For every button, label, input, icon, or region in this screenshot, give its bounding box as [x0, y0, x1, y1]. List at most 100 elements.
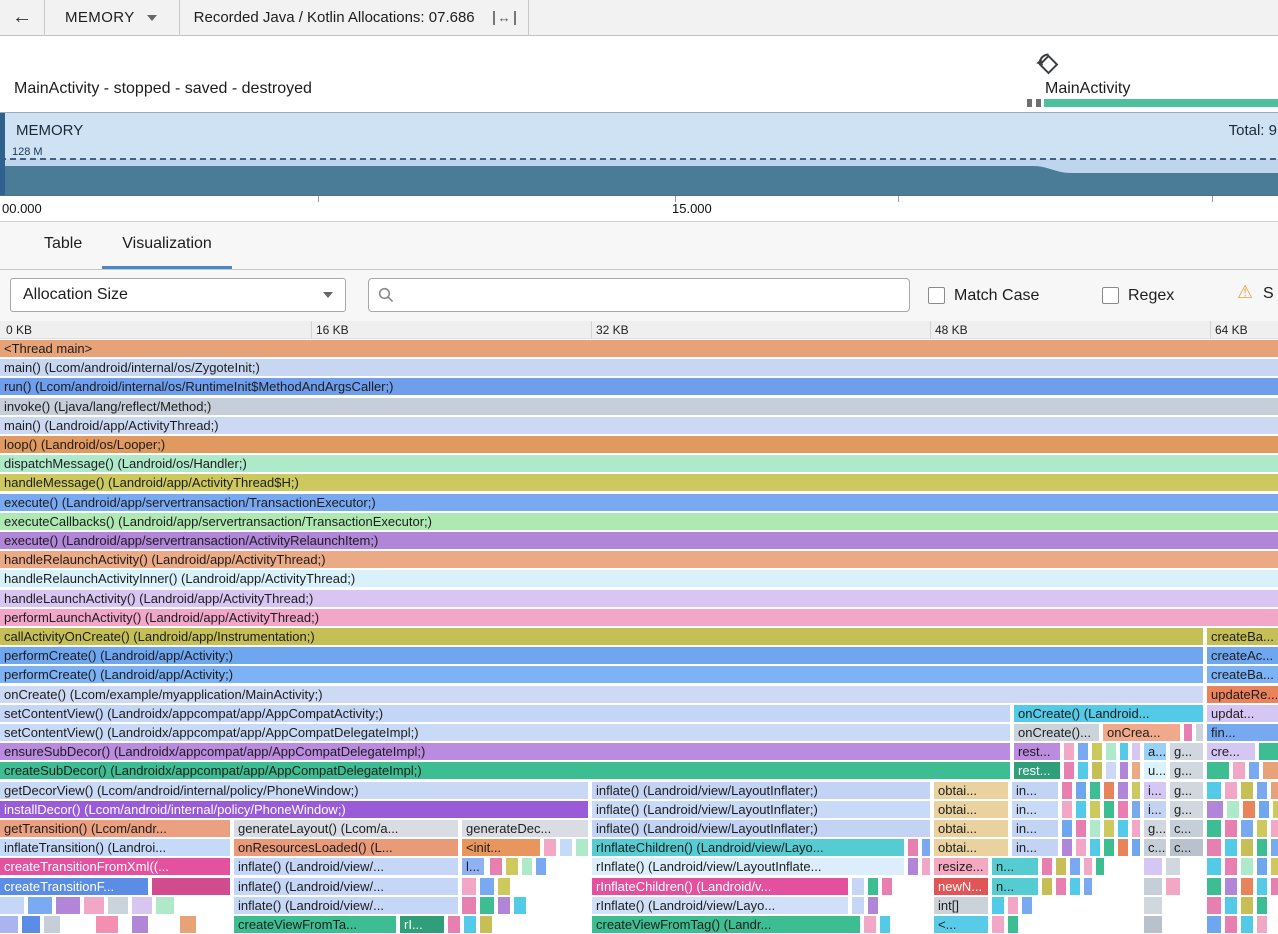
flame-segment[interactable]: [1132, 782, 1140, 799]
flame-segment[interactable]: [1056, 858, 1066, 875]
flame-segment[interactable]: [1076, 801, 1086, 818]
flame-segment[interactable]: handleLaunchActivity() (Landroid/app/Act…: [0, 590, 1278, 607]
match-case-checkbox[interactable]: [928, 287, 945, 304]
flame-segment[interactable]: execute() (Landroid/app/servertransactio…: [0, 532, 1278, 549]
flame-segment[interactable]: handleRelaunchActivityInner() (Landroid/…: [0, 570, 1278, 587]
flame-segment[interactable]: [1106, 743, 1116, 760]
flame-segment[interactable]: [1225, 916, 1237, 933]
flame-segment[interactable]: callActivityOnCreate() (Landroid/app/Ins…: [0, 628, 1203, 645]
flame-segment[interactable]: l...: [462, 858, 484, 875]
flame-segment[interactable]: inflate() (Landroid/view/...: [234, 897, 458, 914]
flame-segment[interactable]: [1084, 878, 1092, 895]
flame-segment[interactable]: createBa...: [1207, 666, 1278, 683]
flame-segment[interactable]: int[]: [934, 897, 988, 914]
flame-segment[interactable]: updateRe...: [1207, 686, 1278, 703]
flame-segment[interactable]: inflate() (Landroid/view/LayoutInflater;…: [592, 820, 930, 837]
flame-segment[interactable]: inflateTransition() (Landroi...: [0, 839, 230, 856]
flame-segment[interactable]: [1084, 858, 1092, 875]
flame-segment[interactable]: [1259, 801, 1269, 818]
flame-segment[interactable]: [448, 916, 460, 933]
flame-segment[interactable]: [1241, 897, 1253, 914]
flame-segment[interactable]: [544, 839, 556, 856]
flame-segment[interactable]: createViewFromTag() (Landr...: [592, 916, 860, 933]
flame-segment[interactable]: [1118, 782, 1128, 799]
flame-segment[interactable]: in...: [1012, 820, 1058, 837]
flame-segment[interactable]: [108, 897, 128, 914]
flame-segment[interactable]: [522, 858, 532, 875]
flame-segment[interactable]: c...: [1144, 839, 1166, 856]
flame-segment[interactable]: [1064, 762, 1074, 779]
flame-segment[interactable]: [462, 897, 476, 914]
flame-segment[interactable]: [1090, 839, 1100, 856]
flame-segment[interactable]: [1132, 839, 1140, 856]
flame-segment[interactable]: [1257, 839, 1267, 856]
flame-segment[interactable]: [1090, 782, 1100, 799]
flame-segment[interactable]: [480, 878, 494, 895]
flame-segment[interactable]: [992, 897, 1004, 914]
flame-segment[interactable]: getDecorView() (Lcom/android/internal/po…: [0, 782, 588, 799]
flame-segment[interactable]: [1271, 820, 1278, 837]
flame-segment[interactable]: [1056, 878, 1066, 895]
flame-segment[interactable]: [1257, 782, 1267, 799]
flame-segment[interactable]: [1207, 820, 1221, 837]
flame-segment[interactable]: [1132, 801, 1140, 818]
flame-segment[interactable]: [1078, 743, 1088, 760]
flame-segment[interactable]: [1104, 820, 1114, 837]
flame-segment[interactable]: [864, 916, 876, 933]
flame-segment[interactable]: [1132, 743, 1140, 760]
flame-segment[interactable]: [1249, 762, 1259, 779]
flame-segment[interactable]: [1078, 762, 1088, 779]
back-button[interactable]: ←: [0, 6, 44, 29]
flame-segment[interactable]: createViewFromTa...: [234, 916, 396, 933]
flame-segment[interactable]: [514, 897, 526, 914]
flame-segment[interactable]: invoke() (Ljava/lang/reflect/Method;): [0, 398, 1278, 415]
flame-segment[interactable]: g...: [1144, 820, 1166, 837]
flame-segment[interactable]: [464, 916, 476, 933]
flame-segment[interactable]: [1273, 801, 1278, 818]
flame-segment[interactable]: [1090, 801, 1100, 818]
flame-segment[interactable]: inflate() (Landroid/view/...: [234, 858, 458, 875]
flame-segment[interactable]: [1225, 782, 1237, 799]
flame-segment[interactable]: generateLayout() (Lcom/a...: [234, 820, 458, 837]
flame-segment[interactable]: [1076, 820, 1086, 837]
flame-segment[interactable]: g...: [1170, 762, 1203, 779]
flame-segment[interactable]: [1144, 878, 1162, 895]
flame-segment[interactable]: [1104, 801, 1114, 818]
flame-segment[interactable]: [882, 878, 892, 895]
flame-segment[interactable]: [1207, 839, 1221, 856]
tab-table[interactable]: Table: [24, 222, 102, 269]
flame-segment[interactable]: [1120, 743, 1128, 760]
memory-stream-dropdown[interactable]: MEMORY: [45, 9, 179, 26]
flame-segment[interactable]: [1227, 801, 1239, 818]
flame-segment[interactable]: [1118, 820, 1128, 837]
flame-segment[interactable]: [1207, 801, 1223, 818]
flame-segment[interactable]: performLaunchActivity() (Landroid/app/Ac…: [0, 609, 1278, 626]
flame-segment[interactable]: dispatchMessage() (Landroid/os/Handler;): [0, 455, 1278, 472]
flame-segment[interactable]: [132, 916, 148, 933]
memory-chart[interactable]: [0, 113, 1278, 196]
flame-segment[interactable]: [28, 897, 52, 914]
flame-segment[interactable]: rInflateChildren() (Landroid/v...: [592, 878, 848, 895]
flame-segment[interactable]: [1241, 858, 1253, 875]
flame-segment[interactable]: [1096, 858, 1104, 875]
flame-segment[interactable]: [1076, 782, 1086, 799]
flame-segment[interactable]: run() (Lcom/android/internal/os/RuntimeI…: [0, 378, 1278, 395]
flame-segment[interactable]: inflate() (Landroid/view/...: [234, 878, 458, 895]
flame-segment[interactable]: [498, 897, 510, 914]
flame-segment[interactable]: [1062, 839, 1072, 856]
flame-segment[interactable]: [480, 897, 494, 914]
flame-segment[interactable]: rInflate() (Landroid/view/Layo...: [592, 897, 848, 914]
flame-segment[interactable]: onCreate()...: [1014, 724, 1099, 741]
flame-segment[interactable]: [506, 858, 518, 875]
flame-segment[interactable]: in...: [1012, 801, 1058, 818]
flame-segment[interactable]: <Thread main>: [0, 340, 1278, 357]
flame-segment[interactable]: [852, 897, 864, 914]
flame-segment[interactable]: resize...: [934, 858, 988, 875]
flame-segment[interactable]: [1241, 916, 1253, 933]
flame-segment[interactable]: [1042, 878, 1052, 895]
flame-segment[interactable]: [1271, 839, 1278, 856]
flame-segment[interactable]: [490, 858, 502, 875]
flame-segment[interactable]: i...: [1144, 801, 1166, 818]
flame-segment[interactable]: n...: [992, 878, 1038, 895]
flame-segment[interactable]: c...: [1170, 839, 1203, 856]
